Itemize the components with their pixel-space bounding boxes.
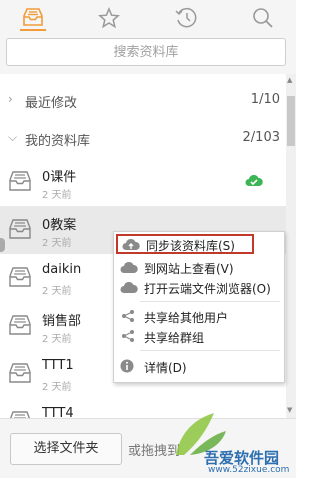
menu-separator [140,301,280,302]
history-icon [175,7,197,28]
library-time: 2 天前 [42,286,72,297]
menu-item-label: 到网站上查看(V) [144,262,234,276]
panel-edge-handle[interactable] [0,238,5,252]
context-menu: 同步该资料库(S) 到网站上查看(V) 打开云端文件浏览器(O) 共享给其他用户… [113,231,285,383]
library-time: 2 天前 [42,190,72,201]
library-name: 销售部 [42,314,82,329]
library-time: 2 天前 [42,238,72,249]
library-name: 0教案 [42,218,77,233]
library-time: 2 天前 [42,382,72,393]
scroll-up-icon[interactable]: ▲ [287,76,292,84]
library-icon [8,266,32,292]
top-toolbar [0,0,296,34]
cloud-synced-icon [245,172,263,191]
library-icon [8,170,32,196]
library-name: daikin [42,262,82,277]
list-item[interactable]: 0课件 2 天前 [0,158,286,206]
share-icon [120,309,136,326]
menu-item-share-users[interactable]: 共享给其他用户 [114,306,284,326]
section-my-libraries[interactable]: ⌵ 我的资料库 2/103 [0,118,286,158]
info-icon [120,359,134,376]
menu-item-sync-library[interactable]: 同步该资料库(S) [116,234,254,254]
menu-item-view-on-web[interactable]: 到网站上查看(V) [114,257,284,277]
chevron-down-icon: ⌵ [8,130,18,144]
library-time: 2 天前 [42,334,72,345]
cloud-icon [120,260,138,277]
menu-item-label: 共享给其他用户 [144,311,229,325]
library-icon [8,314,32,340]
section-label: 最近修改 [25,96,78,111]
scrollbar-thumb[interactable] [287,96,295,146]
history-tab[interactable] [173,5,199,31]
search-input[interactable] [6,38,286,66]
search-tab[interactable] [250,5,276,31]
starred-tab[interactable] [96,5,122,31]
choose-folder-button[interactable]: 选择文件夹 [10,433,122,465]
menu-item-label: 打开云端文件浏览器(O) [144,282,271,296]
section-count: 2/103 [242,130,280,145]
menu-item-share-groups[interactable]: 共享给群组 [114,326,284,346]
menu-item-label: 详情(D) [144,361,187,375]
section-count: 1/10 [250,92,280,107]
watermark: 吾爱软件园 www.52zixue.com [170,405,296,477]
menu-item-label: 同步该资料库(S) [146,239,235,253]
library-icon [23,8,43,26]
search-bar [0,34,296,74]
menu-item-open-cloud-browser[interactable]: 打开云端文件浏览器(O) [114,277,284,297]
cloud-icon [120,280,138,297]
scrollbar[interactable]: ▲ ▼ [286,74,296,418]
star-icon [98,7,120,29]
menu-separator [140,350,280,351]
library-tab[interactable] [20,5,46,31]
watermark-url: www.52zixue.com [208,465,290,475]
library-icon [8,362,32,388]
library-icon [8,410,32,418]
cloud-sync-icon [122,237,140,254]
section-recent[interactable]: › 最近修改 1/10 [0,80,286,120]
share-icon [120,329,136,346]
menu-item-details[interactable]: 详情(D) [114,356,284,376]
section-label: 我的资料库 [25,134,91,149]
library-name: TTT1 [42,358,74,373]
menu-item-label: 共享给群组 [144,331,205,345]
search-icon [253,8,273,28]
chevron-right-icon: › [8,92,13,106]
library-icon [8,218,32,244]
library-name: TTT4 [42,406,74,418]
library-name: 0课件 [42,170,77,185]
